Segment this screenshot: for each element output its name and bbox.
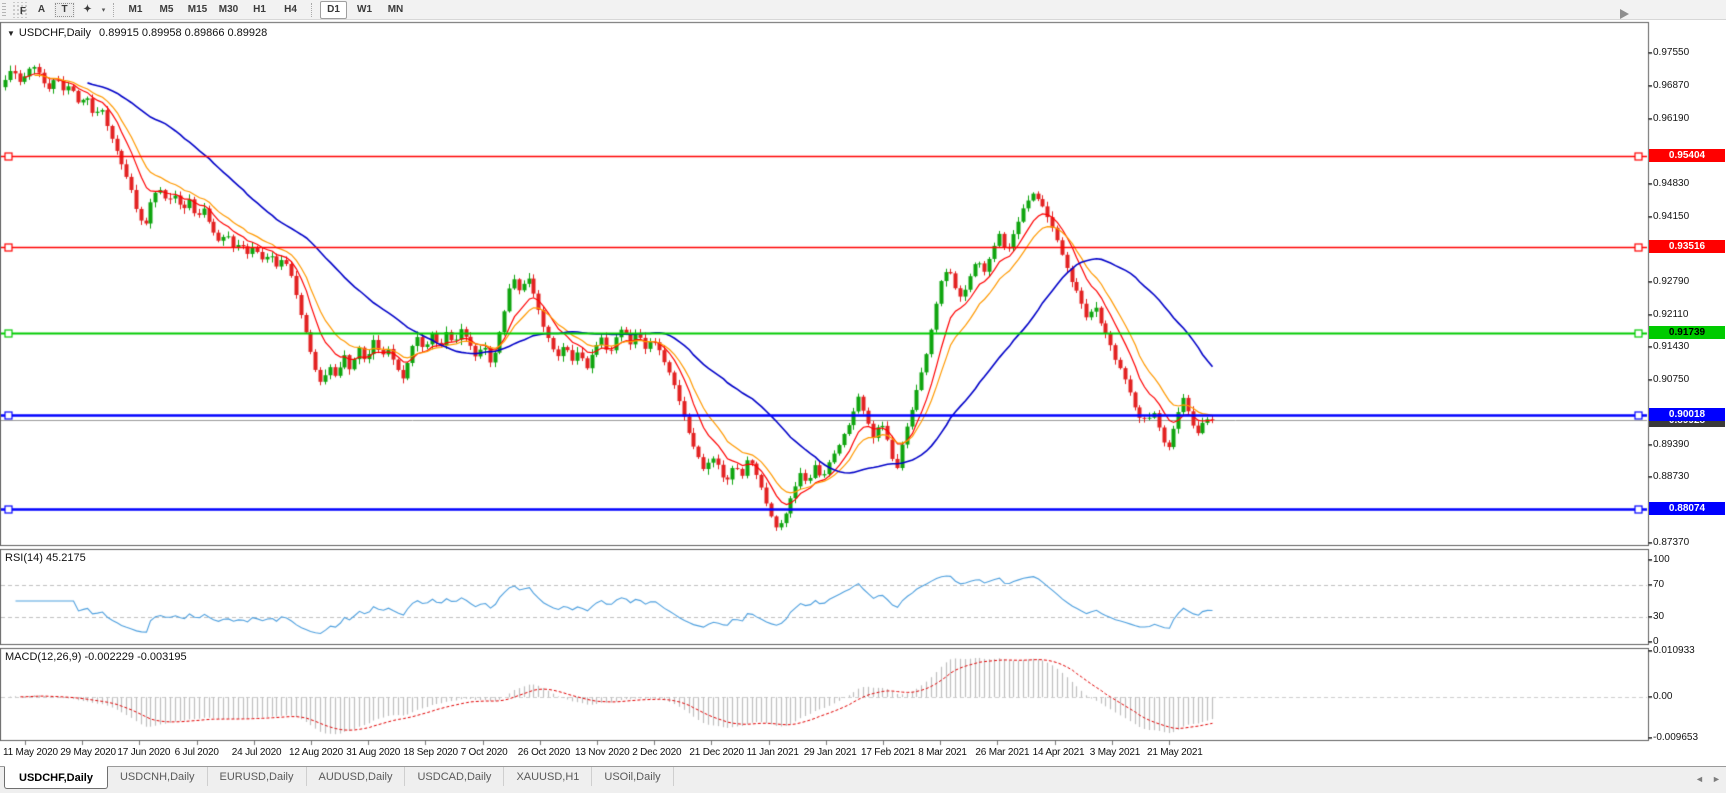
timeframes-group: M1M5M15M30H1H4 D1W1MN xyxy=(120,1,411,19)
price-axis-label: 0.94150 xyxy=(1653,211,1723,222)
date-axis-label: 6 Jul 2020 xyxy=(175,747,219,758)
timeframe-button-mn[interactable]: MN xyxy=(382,1,409,19)
toolbar: FAT✦ ▾ M1M5M15M30H1H4 D1W1MN xyxy=(0,0,1726,20)
hline-price-label: 0.95404 xyxy=(1649,149,1725,162)
date-axis-label: 26 Oct 2020 xyxy=(518,747,570,758)
mt4-window: FAT✦ ▾ M1M5M15M30H1H4 D1W1MN ▼ USDCHF,Dail… xyxy=(0,0,1726,793)
rsi-axis-label: 70 xyxy=(1653,579,1723,590)
price-axis-label: 0.92110 xyxy=(1653,309,1723,320)
tab-scroll-left-icon[interactable]: ◄ xyxy=(1695,774,1704,784)
macd-indicator-label: MACD(12,26,9) -0.002229 -0.003195 xyxy=(5,651,187,663)
timeframe-button-w1[interactable]: W1 xyxy=(351,1,378,19)
chart-tabs: USDCHF,DailyUSDCNH,DailyEURUSD,DailyAUDU… xyxy=(4,767,674,789)
date-axis-label: 18 Sep 2020 xyxy=(403,747,458,758)
hline-price-label: 0.90018 xyxy=(1649,408,1725,421)
macd-axis-label: -0.009653 xyxy=(1653,732,1723,743)
date-axis-label: 24 Jul 2020 xyxy=(232,747,282,758)
chart-shift-icon[interactable] xyxy=(1620,9,1629,19)
tab-scroll-right-icon[interactable]: ► xyxy=(1712,774,1721,784)
rsi-axis-label: 100 xyxy=(1653,554,1723,565)
hline-price-label: 0.93516 xyxy=(1649,240,1725,253)
drawing-tools-group: FAT✦ xyxy=(10,2,99,18)
timeframe-button-h4[interactable]: H4 xyxy=(277,1,304,19)
date-axis-label: 29 Jan 2021 xyxy=(804,747,857,758)
date-axis-label: 3 May 2021 xyxy=(1090,747,1140,758)
timeframe-button-h1[interactable]: H1 xyxy=(246,1,273,19)
dropdown-caret-icon[interactable]: ▾ xyxy=(99,6,108,14)
tab-audusd-daily[interactable]: AUDUSD,Daily xyxy=(307,767,406,786)
date-axis-label: 12 Aug 2020 xyxy=(289,747,343,758)
chart-tab-bar: USDCHF,DailyUSDCNH,DailyEURUSD,DailyAUDU… xyxy=(0,766,1726,793)
timeframe-button-m1[interactable]: M1 xyxy=(122,1,149,19)
toolbar-separator xyxy=(113,3,115,17)
tab-usdchf-daily[interactable]: USDCHF,Daily xyxy=(4,766,108,789)
date-axis-label: 8 Mar 2021 xyxy=(918,747,967,758)
tab-usdcad-daily[interactable]: USDCAD,Daily xyxy=(405,767,504,786)
price-axis-label: 0.92790 xyxy=(1653,276,1723,287)
arrows-icon[interactable]: ✦ xyxy=(77,2,98,18)
fibonacci-icon[interactable]: F xyxy=(11,2,29,18)
hline-price-label: 0.88074 xyxy=(1649,502,1725,515)
price-axis-label: 0.97550 xyxy=(1653,47,1723,58)
hline-price-label: 0.91739 xyxy=(1649,326,1725,339)
collapse-arrow-icon[interactable]: ▼ xyxy=(7,29,15,38)
price-axis-label: 0.96190 xyxy=(1653,113,1723,124)
toolbar-drag-handle[interactable] xyxy=(2,3,6,17)
tab-xauusd-h1[interactable]: XAUUSD,H1 xyxy=(504,767,592,786)
tab-usoil-daily[interactable]: USOil,Daily xyxy=(592,767,673,786)
date-axis-label: 13 Nov 2020 xyxy=(575,747,630,758)
price-axis-label: 0.88730 xyxy=(1653,471,1723,482)
price-axis-label: 0.91430 xyxy=(1653,341,1723,352)
timeframe-button-m30[interactable]: M30 xyxy=(215,1,242,19)
tab-eurusd-daily[interactable]: EURUSD,Daily xyxy=(208,767,307,786)
price-axis-label: 0.89390 xyxy=(1653,439,1723,450)
date-axis-label: 21 Dec 2020 xyxy=(689,747,744,758)
price-axis-label: 0.87370 xyxy=(1653,537,1723,548)
macd-axis-label: 0.010933 xyxy=(1653,645,1723,656)
date-axis-label: 26 Mar 2021 xyxy=(975,747,1029,758)
date-axis-label: 17 Jun 2020 xyxy=(117,747,170,758)
ohlc-values: 0.89915 0.89958 0.89866 0.89928 xyxy=(99,27,267,39)
text-label-icon[interactable]: T xyxy=(54,2,75,18)
tab-usdcnh-daily[interactable]: USDCNH,Daily xyxy=(108,767,208,786)
date-axis-label: 31 Aug 2020 xyxy=(346,747,400,758)
text-icon[interactable]: A xyxy=(31,2,52,18)
date-axis-label: 29 May 2020 xyxy=(60,747,116,758)
price-axis-label: 0.94830 xyxy=(1653,178,1723,189)
rsi-indicator-label: RSI(14) 45.2175 xyxy=(5,552,86,564)
price-axis-label: 0.96870 xyxy=(1653,80,1723,91)
macd-axis-label: 0.00 xyxy=(1653,691,1723,702)
price-axis-label: 0.90750 xyxy=(1653,374,1723,385)
date-axis-label: 7 Oct 2020 xyxy=(461,747,508,758)
date-axis-label: 2 Dec 2020 xyxy=(632,747,681,758)
date-axis-label: 17 Feb 2021 xyxy=(861,747,915,758)
rsi-axis-label: 30 xyxy=(1653,611,1723,622)
timeframe-button-d1[interactable]: D1 xyxy=(320,1,347,19)
date-axis-label: 11 May 2020 xyxy=(3,747,58,758)
timeframe-button-m15[interactable]: M15 xyxy=(184,1,211,19)
symbol-title: USDCHF,Daily xyxy=(19,27,91,39)
timeframe-button-m5[interactable]: M5 xyxy=(153,1,180,19)
date-axis-label: 11 Jan 2021 xyxy=(747,747,799,758)
date-axis-label: 14 Apr 2021 xyxy=(1033,747,1085,758)
date-axis-label: 21 May 2021 xyxy=(1147,747,1203,758)
chart-title: ▼ USDCHF,Daily 0.89915 0.89958 0.89866 0.8… xyxy=(7,27,267,39)
chart-canvas[interactable] xyxy=(0,0,1726,793)
